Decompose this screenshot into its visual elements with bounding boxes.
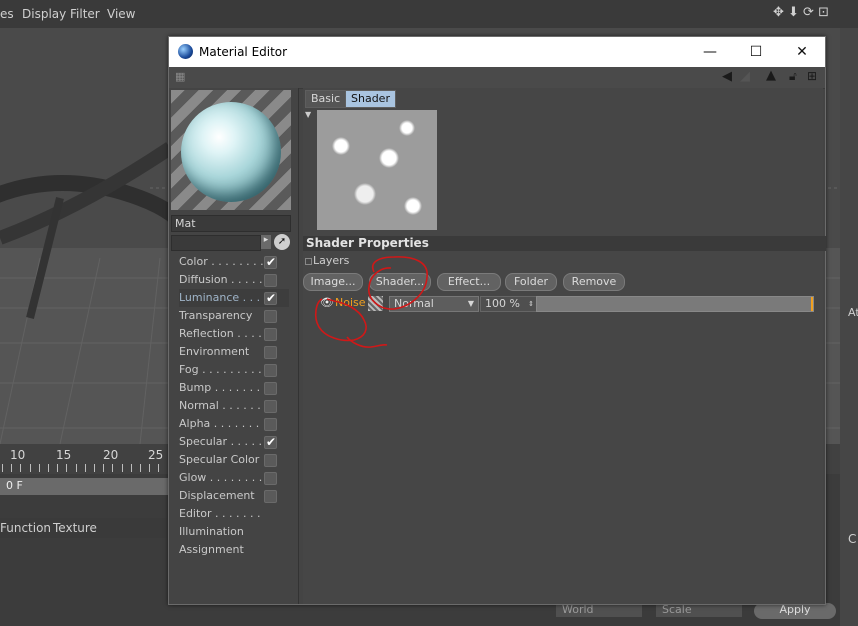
timeline-number: 15 bbox=[56, 448, 72, 462]
menu-function[interactable]: Function bbox=[0, 521, 51, 535]
timeline-number: 20 bbox=[103, 448, 119, 462]
timeline-tick bbox=[84, 464, 86, 472]
menu-filter[interactable]: Filter bbox=[70, 7, 100, 21]
attributes-panel-edge: At C bbox=[840, 28, 858, 626]
timeline-tick bbox=[2, 464, 3, 472]
timeline-tick bbox=[158, 464, 160, 472]
material-editor-window: Material Editor — ☐ ✕ ▦ ◀ ◢ ▲ 🔓︎ ⊞ Mat ▸… bbox=[168, 36, 826, 605]
timeline-tick bbox=[57, 464, 59, 472]
frame-value: 0 F bbox=[6, 479, 23, 492]
menu-texture[interactable]: Texture bbox=[53, 521, 97, 535]
timeline-tick bbox=[103, 464, 105, 472]
material-manager-menu: Function Texture bbox=[0, 518, 168, 538]
menu-view[interactable]: View bbox=[107, 7, 135, 21]
timeline-tick bbox=[112, 464, 114, 472]
timeline-tick bbox=[29, 464, 31, 472]
attributes-label: At bbox=[848, 306, 858, 319]
timeline-number: 10 bbox=[10, 448, 26, 462]
menu-display[interactable]: Display bbox=[22, 7, 66, 21]
timeline-tick bbox=[140, 464, 141, 472]
apply-button[interactable]: Apply bbox=[754, 603, 836, 619]
timeline-tick bbox=[75, 464, 77, 472]
frame-field[interactable]: 0 F bbox=[0, 478, 168, 495]
timeline-tick bbox=[130, 464, 132, 472]
coordinates-label: C bbox=[848, 532, 857, 546]
timeline-tick bbox=[20, 464, 22, 472]
app-menubar: es Display Filter View ✥ ⬇ ⟳ ⊡ bbox=[0, 0, 858, 29]
timeline-number: 25 bbox=[148, 448, 164, 462]
viewport-nav-icons[interactable]: ✥ ⬇ ⟳ ⊡ bbox=[773, 5, 829, 20]
red-annotation-overlay bbox=[314, 256, 428, 348]
timeline-tick bbox=[66, 464, 68, 472]
menu-item[interactable]: es bbox=[0, 7, 14, 21]
timeline-tick bbox=[149, 464, 151, 472]
coord-system-dropdown[interactable]: World bbox=[556, 603, 642, 617]
scale-dropdown[interactable]: Scale bbox=[656, 603, 742, 617]
timeline-tick bbox=[121, 464, 123, 472]
timeline-tick bbox=[11, 464, 13, 472]
timeline-tick bbox=[48, 464, 49, 472]
timeline-tick bbox=[38, 464, 40, 472]
timeline-tick bbox=[94, 464, 95, 472]
